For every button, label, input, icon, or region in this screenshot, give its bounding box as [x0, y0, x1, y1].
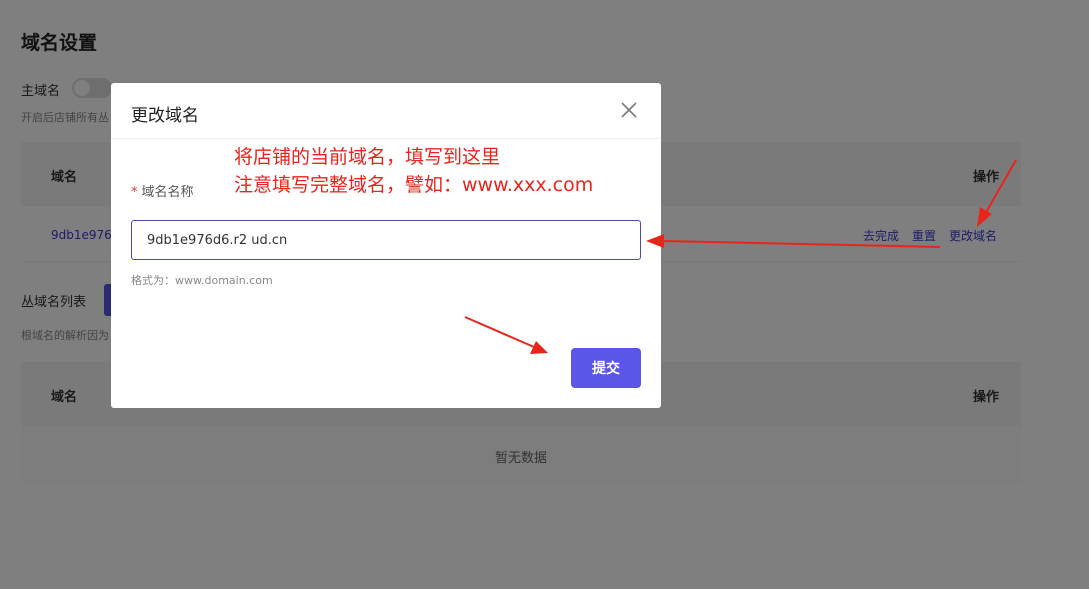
submit-button[interactable]: 提交 [571, 348, 641, 388]
modal-header: 更改域名 [111, 83, 661, 139]
format-hint: 格式为：www.domain.com [131, 274, 273, 287]
required-mark: * [131, 185, 138, 200]
close-button[interactable] [619, 100, 639, 120]
domain-name-label-text: 域名名称 [141, 185, 194, 200]
annotation-line-2: 注意填写完整域名，譬如：www.xxx.com [234, 174, 594, 196]
domain-name-label: * 域名名称 [131, 181, 194, 200]
change-domain-modal: 更改域名 *域名名称 格式为：www.domain.com 提交 [111, 83, 661, 408]
modal-title: 更改域名 [131, 106, 199, 126]
annotation-line-1: 将店铺的当前域名，填写到这里 [234, 146, 501, 168]
domain-name-input[interactable] [131, 220, 641, 260]
close-icon [621, 102, 637, 118]
